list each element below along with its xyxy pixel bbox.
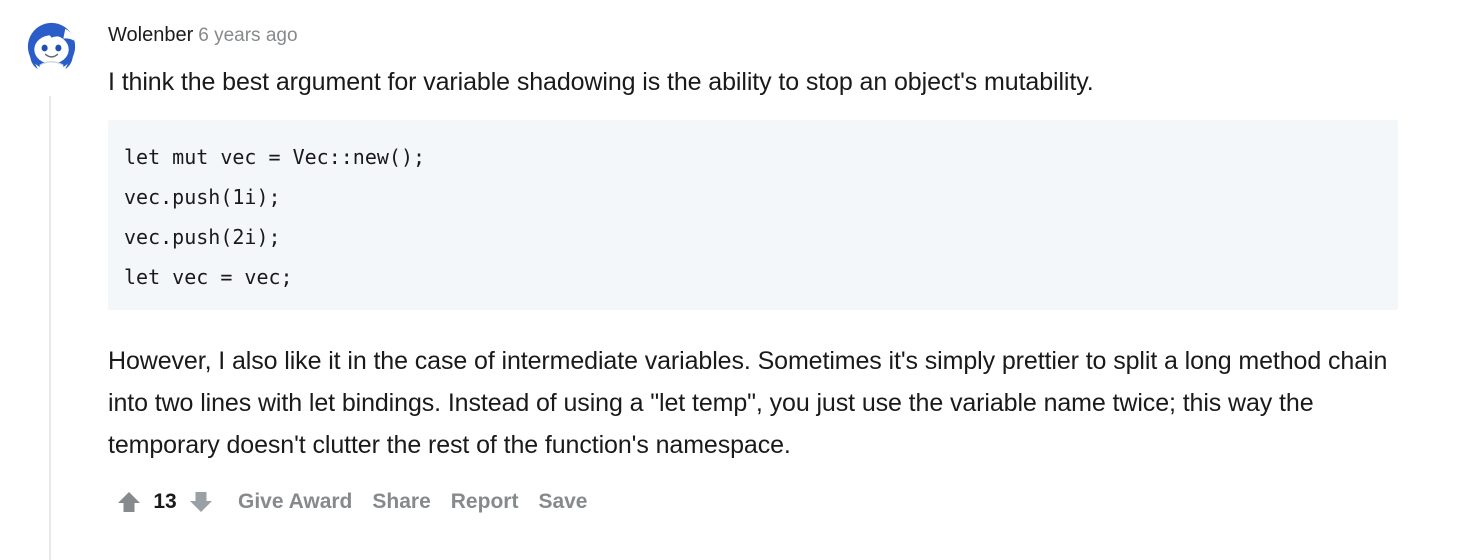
comment-meta: Wolenber 6 years ago	[108, 22, 298, 49]
reddit-snoo-avatar-icon	[22, 19, 81, 78]
comment-paragraph-2: However, I also like it in the case of i…	[108, 347, 1388, 459]
thread-collapse-line[interactable]	[49, 96, 51, 560]
comment-author[interactable]: Wolenber	[108, 24, 193, 46]
comment-action-bar: 13 Give Award Share Report Save	[112, 484, 587, 520]
upvote-arrow-icon	[116, 489, 142, 515]
comment-paragraph-1: I think the best argument for variable s…	[108, 68, 1094, 96]
code-block-text: let mut vec = Vec::new(); vec.push(1i); …	[124, 145, 426, 289]
downvote-arrow-icon	[188, 489, 214, 515]
code-block: let mut vec = Vec::new(); vec.push(1i); …	[108, 120, 1398, 310]
comment-timestamp[interactable]: 6 years ago	[198, 25, 297, 46]
give-award-button[interactable]: Give Award	[238, 485, 352, 519]
share-button[interactable]: Share	[372, 485, 430, 519]
avatar[interactable]	[22, 19, 81, 78]
save-button[interactable]: Save	[538, 485, 587, 519]
downvote-button[interactable]	[184, 485, 218, 519]
vote-score: 13	[153, 490, 177, 513]
upvote-button[interactable]	[112, 485, 146, 519]
comment-container: Wolenber 6 years ago I think the best arg…	[0, 0, 1470, 560]
report-button[interactable]: Report	[451, 485, 519, 519]
